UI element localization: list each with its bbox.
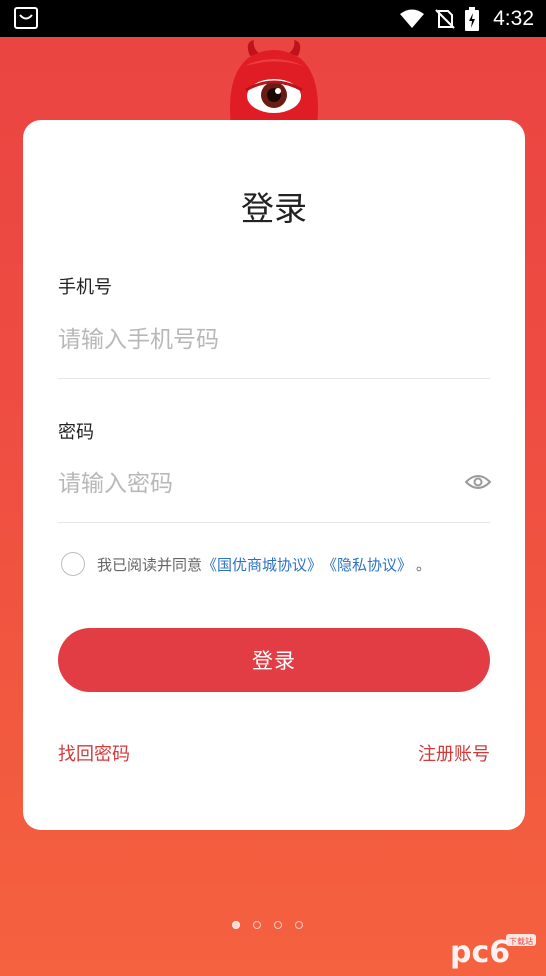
page-dot [274,921,282,929]
agreement-checkbox[interactable] [61,552,85,576]
password-divider [58,522,490,523]
watermark-subtext: 下载站 [509,936,533,946]
forgot-password-link[interactable]: 找回密码 [58,740,130,766]
notification-bag-icon [14,7,38,29]
privacy-agreement-link[interactable]: 《隐私协议》 [322,554,412,575]
no-sim-icon [435,8,455,29]
page-dot [253,921,261,929]
mascot-image [230,40,318,133]
agreement-suffix: 。 [416,555,432,574]
watermark-text: pc6 [450,935,510,970]
agreement-row: 我已阅读并同意 《国优商城协议》 《隐私协议》 。 [61,550,431,578]
login-button[interactable]: 登录 [58,628,490,692]
store-agreement-link[interactable]: 《国优商城协议》 [202,554,322,575]
register-link[interactable]: 注册账号 [418,740,490,766]
page-dot [232,921,240,929]
eye-icon[interactable] [465,472,491,492]
login-card: 登录 手机号 密码 我已阅读并同意 《国优商城协议》 《隐私协议》 。 登录 找… [23,120,525,830]
watermark-logo: pc6 下载站 [450,934,536,970]
phone-label: 手机号 [58,277,112,298]
agreement-prefix: 我已阅读并同意 [97,555,203,574]
battery-charging-icon [465,6,480,31]
phone-divider [58,378,490,379]
status-time: 4:32 [493,6,534,30]
password-label: 密码 [58,422,94,443]
page-dot [295,921,303,929]
phone-input[interactable] [58,320,490,360]
page-title: 登录 [241,189,307,228]
wifi-icon [400,9,425,28]
status-bar: 4:32 [0,0,546,37]
password-input[interactable] [58,464,458,504]
page-indicator [232,921,303,929]
